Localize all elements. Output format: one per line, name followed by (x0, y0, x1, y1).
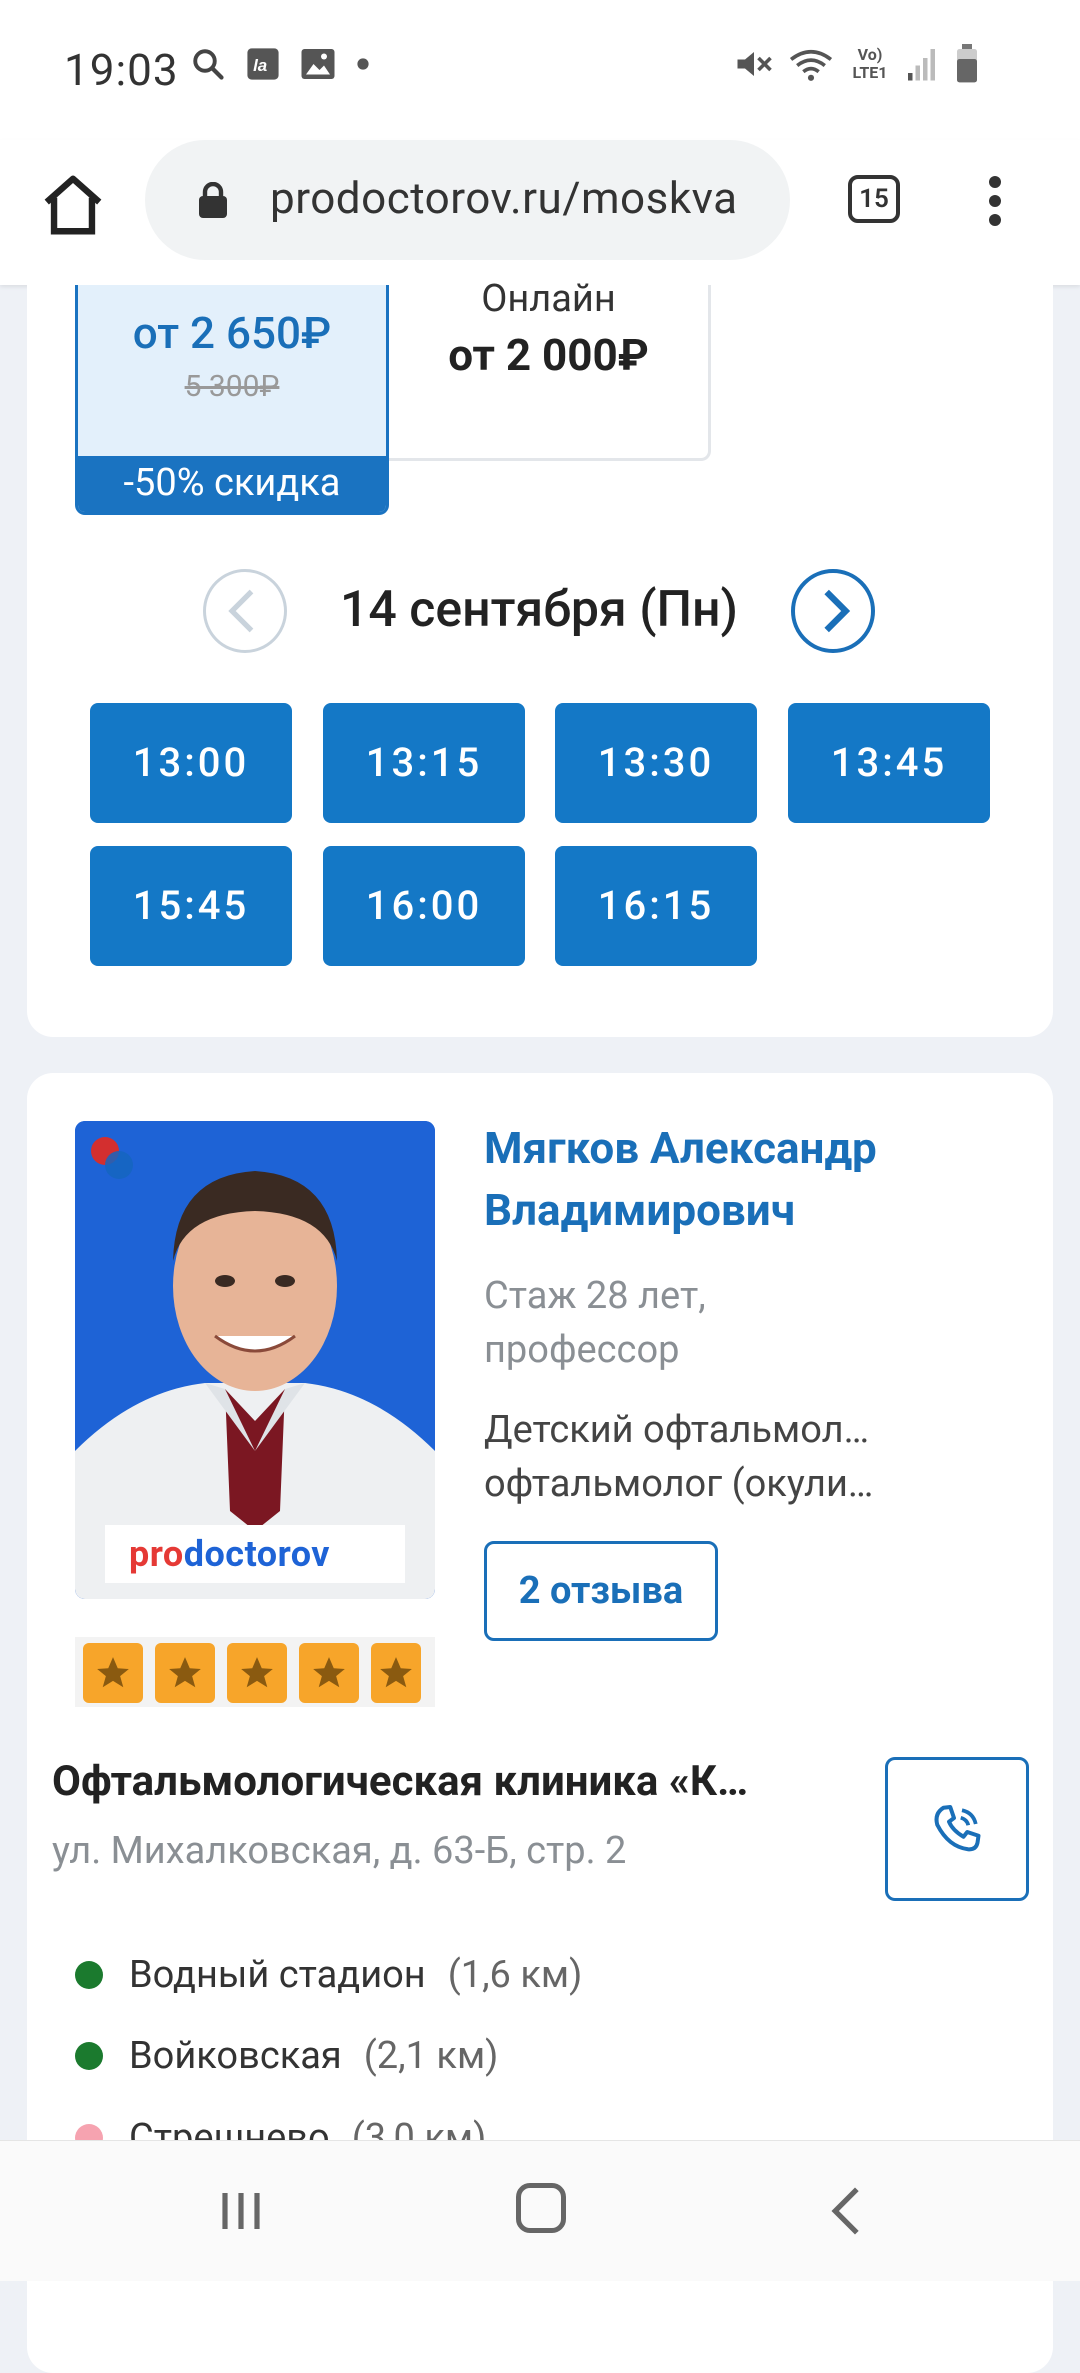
doctor-specialty: Детский офтальмол… офтальмолог (окули… (484, 1408, 874, 1506)
star-icon (227, 1643, 287, 1703)
address-bar[interactable]: prodoctorov.ru/moskva (145, 140, 790, 260)
volte-icon: Vo) LTE1 (852, 45, 888, 82)
star-icon (83, 1643, 143, 1703)
doctor-portrait-illustration (75, 1121, 435, 1599)
doctor-photo[interactable]: prodoctorov (75, 1121, 435, 1599)
metro-station: Войковская (2,1 км) (75, 2034, 498, 2078)
status-left-icons: la (190, 46, 370, 82)
rating-stars (75, 1637, 435, 1707)
home-icon[interactable] (38, 170, 108, 240)
selected-date: 14 сентября (Пн) (339, 581, 739, 639)
dot-icon (357, 58, 369, 70)
status-bar: 19:03 la Vo) LTE1 (0, 0, 1080, 140)
time-slot[interactable]: 13:30 (555, 703, 757, 823)
search-icon (193, 49, 224, 80)
wifi-icon (789, 49, 833, 81)
mute-icon (737, 52, 772, 76)
star-icon (371, 1643, 421, 1703)
la-app-icon: la (247, 48, 279, 80)
chevron-left-icon (228, 589, 254, 633)
lock-icon (199, 182, 227, 218)
doctor-name-link[interactable]: Мягков Александр Владимирович (484, 1117, 1004, 1241)
battery-icon (957, 44, 977, 83)
metro-station: Водный стадион (1,6 км) (75, 1953, 582, 1997)
svg-text:la: la (253, 56, 267, 75)
time-slot[interactable]: 16:00 (323, 846, 525, 966)
star-icon (299, 1643, 359, 1703)
home-nav-icon[interactable] (516, 2183, 566, 2233)
online-price: от 2 000₽ (448, 329, 649, 381)
metro-line-dot (75, 1961, 103, 1989)
online-label: Онлайн (481, 277, 616, 321)
metro-line-dot (75, 2042, 103, 2070)
time-slot[interactable]: 13:00 (90, 703, 292, 823)
price-option-online[interactable]: Онлайн от 2 000₽ (389, 277, 711, 461)
chevron-right-icon (824, 589, 851, 633)
tabs-count-button[interactable]: 15 (848, 175, 900, 223)
time-slot[interactable]: 13:15 (323, 703, 525, 823)
appointment-card: от 2 650₽ 5 300₽ -50% скидка Онлайн от 2… (27, 277, 1053, 1037)
overflow-menu-icon[interactable] (980, 170, 1010, 240)
url-text[interactable]: prodoctorov.ru/moskva (270, 172, 770, 224)
signal-icon (908, 49, 935, 81)
gallery-icon (301, 49, 335, 79)
system-nav-bar (0, 2140, 1080, 2281)
prodoctorov-logo: prodoctorov (129, 1533, 331, 1575)
prodoctorov-badge-icon (91, 1137, 133, 1179)
time-slot[interactable]: 13:45 (788, 703, 990, 823)
back-icon[interactable] (826, 2185, 866, 2237)
previous-date-button[interactable] (203, 569, 287, 653)
discount-badge: -50% скидка (78, 456, 386, 512)
status-time: 19:03 (64, 44, 179, 96)
price-option-clinic[interactable]: от 2 650₽ 5 300₽ -50% скидка (75, 285, 389, 515)
next-date-button[interactable] (791, 569, 875, 653)
doctor-experience: Стаж 28 лет, профессор (484, 1274, 706, 1372)
call-button[interactable] (885, 1757, 1029, 1901)
price-value: от 2 650₽ (132, 307, 332, 359)
time-slot[interactable]: 15:45 (90, 846, 292, 966)
old-price: 5 300₽ (184, 369, 280, 404)
clinic-name-link[interactable]: Офтальмологическая клиника «К… (52, 1757, 878, 1806)
phone-icon (934, 1805, 981, 1852)
star-icon (155, 1643, 215, 1703)
clinic-address: ул. Михалковская, д. 63-Б, стр. 2 (52, 1829, 627, 1873)
recent-apps-icon[interactable] (216, 2189, 266, 2233)
time-slot[interactable]: 16:15 (555, 846, 757, 966)
browser-toolbar: prodoctorov.ru/moskva 15 (0, 140, 1080, 285)
status-right-icons: Vo) LTE1 (734, 44, 980, 84)
reviews-button[interactable]: 2 отзыва (484, 1541, 718, 1641)
